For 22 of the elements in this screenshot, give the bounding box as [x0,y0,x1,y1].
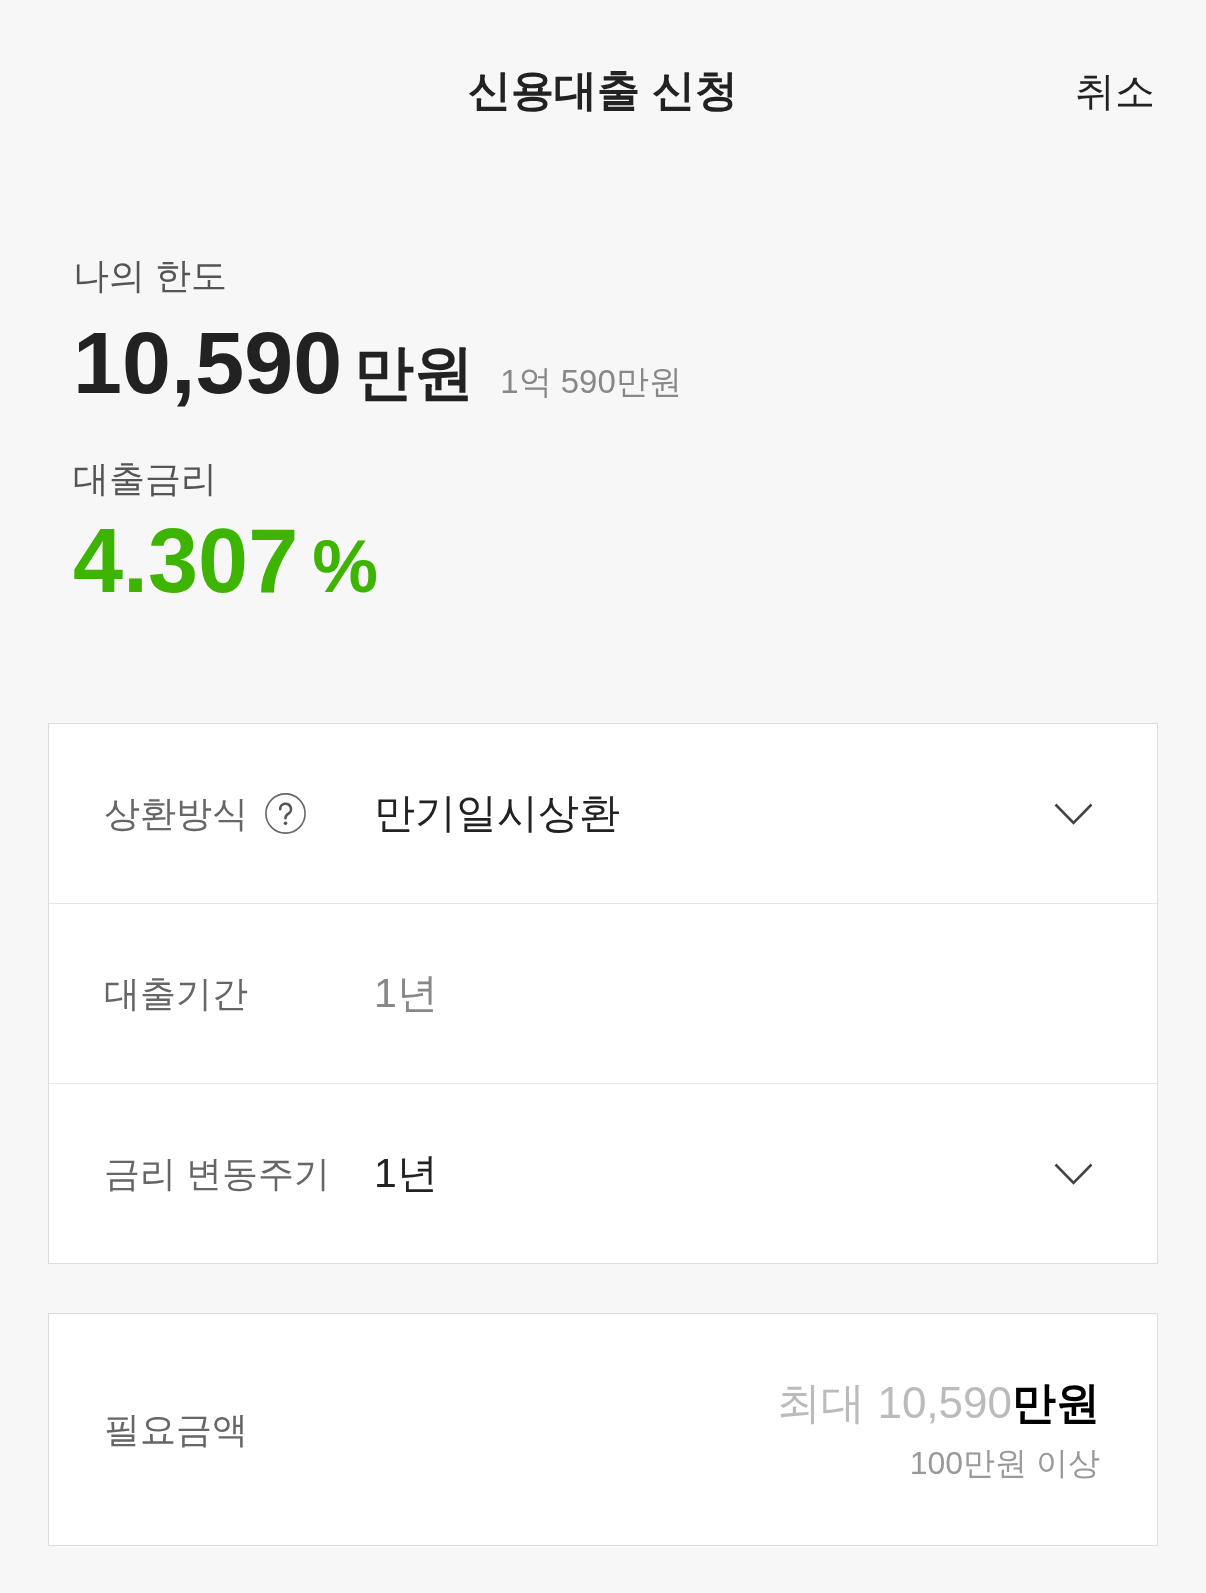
limit-amount: 10,590 [73,319,343,407]
amount-unit: 만원 [354,343,475,403]
select-value: 1년 [374,968,438,1018]
percent-sign: % [312,530,379,604]
field-label: 금리 변동주기 [104,1151,330,1196]
cancel-button[interactable]: 취소 [1075,67,1155,115]
rate-label: 대출금리 [73,457,217,500]
amount-input[interactable]: 최대 10,590 [772,1376,1012,1430]
help-icon[interactable] [265,793,306,834]
select-value[interactable]: 만기일시상환 [374,788,620,839]
select-value[interactable]: 1년 [374,1148,438,1199]
limit-label: 나의 한도 [73,254,227,297]
amount-in-words: 1억 590만원 [500,365,682,398]
field-label: 상환방식 [104,791,248,836]
field-label: 대출기간 [104,971,248,1016]
unit-label: 만원 [1012,1376,1100,1429]
chevron-down-icon[interactable] [1054,1162,1093,1185]
field-label: 필요금액 [104,1407,248,1452]
page-title: 신용대출 신청 [468,65,738,117]
chevron-down-icon[interactable] [1054,802,1093,825]
hint-text: 100만원 이상 [909,1443,1100,1483]
rate-value: 4.307 [73,516,299,606]
